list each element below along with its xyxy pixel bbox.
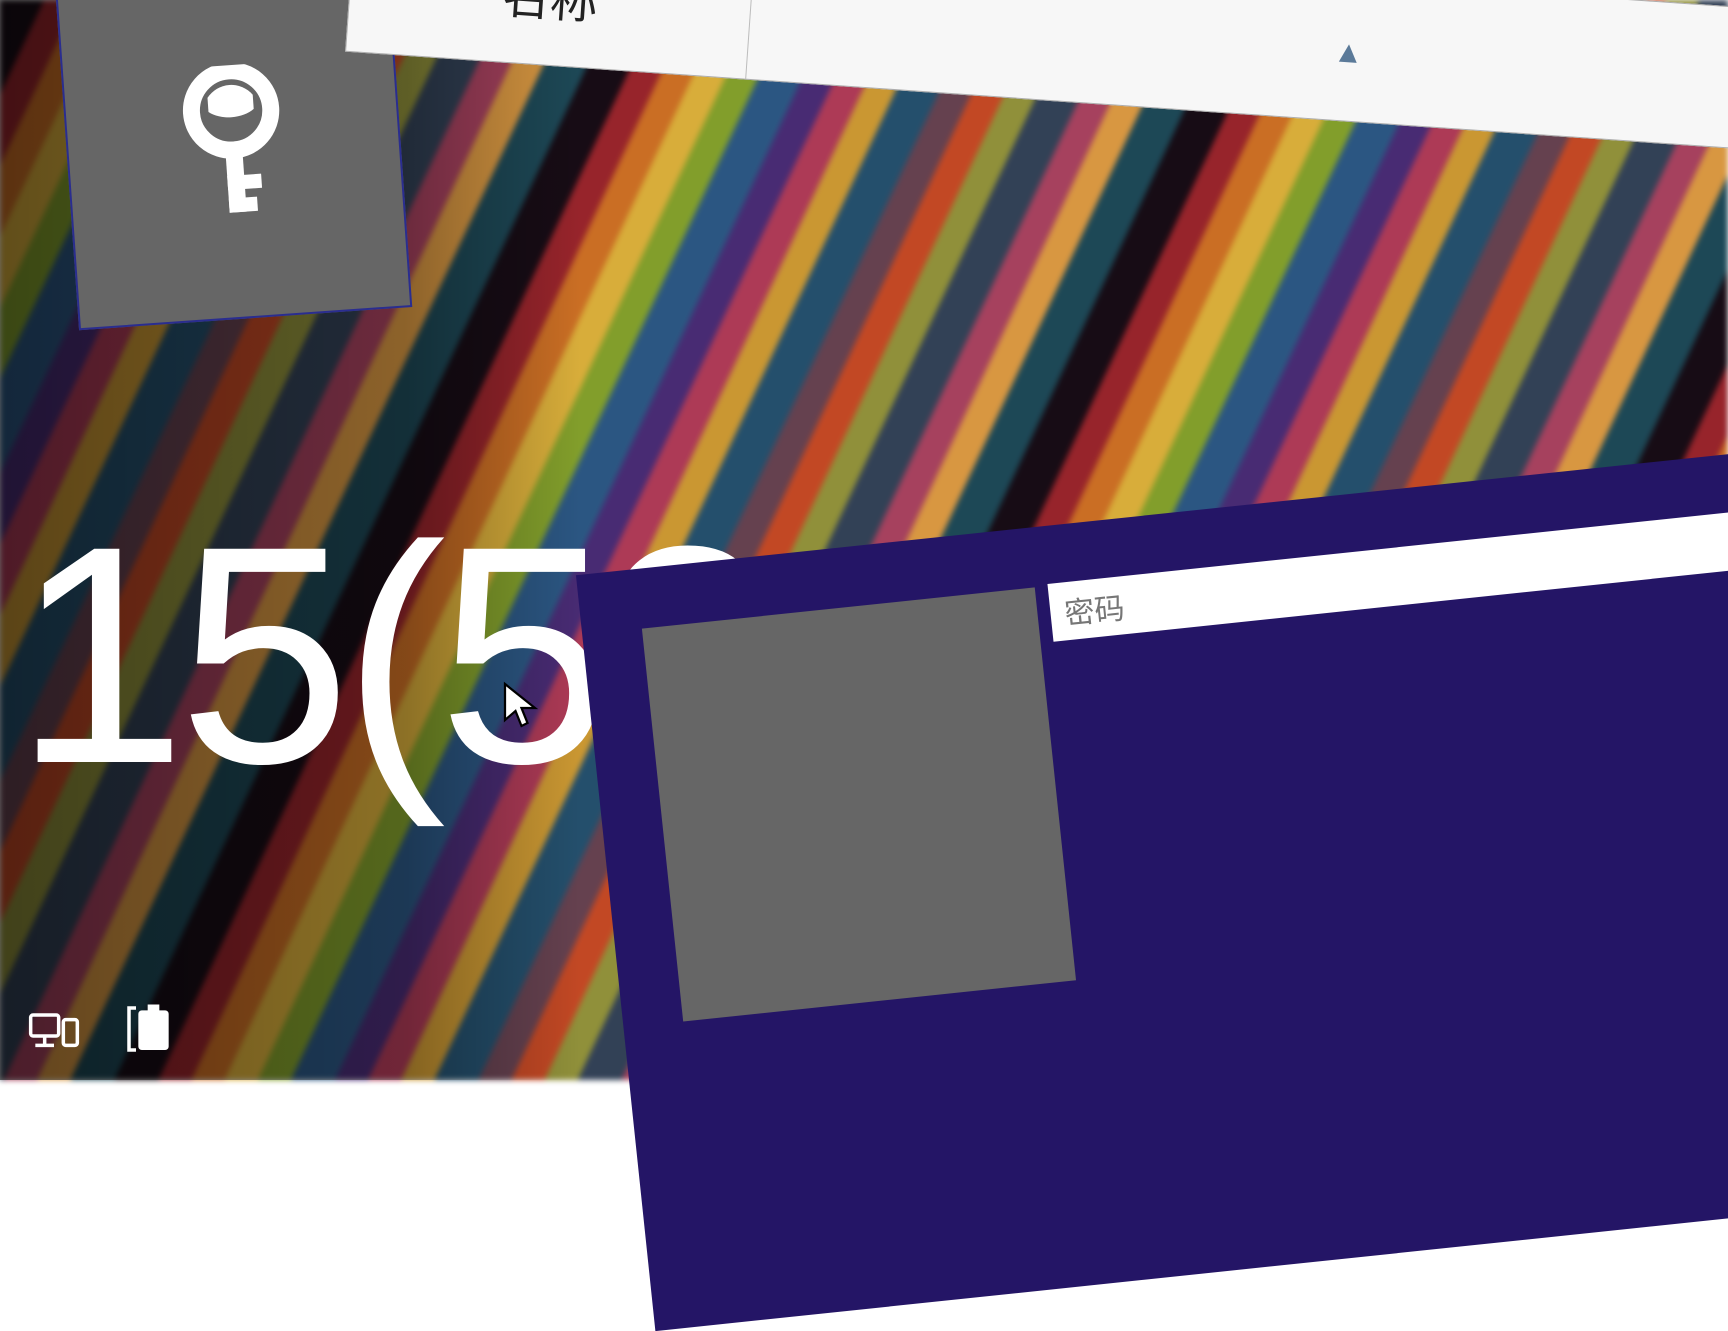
column-header-name-label: 名称 — [500, 0, 601, 33]
key-icon — [153, 59, 315, 244]
password-input[interactable]: 密码 — [1047, 505, 1728, 642]
password-placeholder-text: 密码 — [1062, 583, 1126, 633]
avatar-placeholder[interactable] — [642, 587, 1076, 1021]
mouse-cursor — [502, 680, 538, 730]
tray — [26, 1001, 178, 1062]
login-panel: 密码 — [576, 434, 1728, 1331]
sort-ascending-icon: ▴ — [1338, 29, 1359, 72]
battery-charging-icon[interactable] — [122, 1001, 178, 1062]
network-icon[interactable] — [26, 1001, 82, 1062]
